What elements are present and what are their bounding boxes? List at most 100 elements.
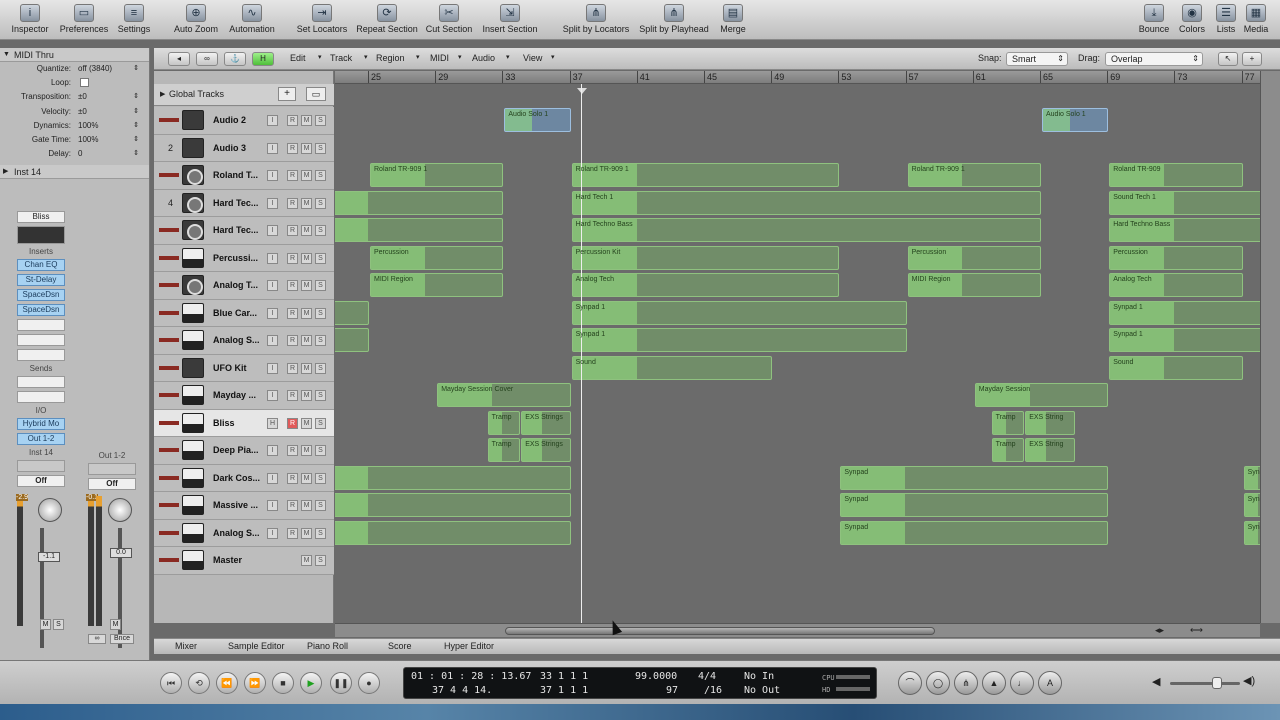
tab-piano-roll[interactable]: Piano Roll bbox=[307, 641, 348, 651]
menu-track[interactable]: Track bbox=[330, 53, 352, 63]
track-header[interactable]: Dark Cos... I R M S bbox=[154, 464, 334, 492]
drag-select[interactable]: Overlap bbox=[1105, 52, 1203, 66]
track-header[interactable]: Percussi... I R M S bbox=[154, 244, 334, 272]
midi-region[interactable]: Synpad bbox=[840, 493, 1109, 517]
record-enable-button[interactable]: R bbox=[287, 115, 298, 126]
split-by-locators-button[interactable]: ⋔ Split by Locators bbox=[560, 4, 632, 38]
go-to-start-icon[interactable]: ⏮ bbox=[160, 672, 182, 694]
param-value[interactable]: ±0 bbox=[78, 107, 87, 116]
midi-region[interactable]: Mayday Session Cover bbox=[437, 383, 571, 407]
track-header[interactable]: Deep Pia... I R M S bbox=[154, 437, 334, 465]
automation-mode[interactable] bbox=[17, 460, 65, 472]
scroll-thumb[interactable] bbox=[505, 627, 935, 635]
mute-button[interactable]: M bbox=[301, 500, 312, 511]
solo-button[interactable]: S bbox=[315, 500, 326, 511]
track-name[interactable]: Deep Pia... bbox=[213, 445, 261, 455]
mute-button[interactable]: M bbox=[301, 417, 312, 429]
pan-knob-right[interactable] bbox=[108, 498, 132, 522]
track-header[interactable]: Analog S... I R M S bbox=[154, 327, 334, 355]
set-locators-button[interactable]: ⇥ Set Locators bbox=[296, 4, 348, 38]
solo-button[interactable]: S bbox=[315, 445, 326, 456]
settings-button[interactable]: ≡ Settings bbox=[115, 4, 153, 38]
midi-region[interactable]: Tramp bbox=[991, 410, 1025, 435]
mute-button[interactable]: M bbox=[301, 280, 312, 291]
record-enable-button[interactable]: R bbox=[287, 197, 298, 209]
merge-button[interactable]: ▤ Merge bbox=[718, 4, 748, 38]
midi-region[interactable] bbox=[335, 300, 369, 325]
midi-region[interactable]: Tramp bbox=[487, 438, 521, 462]
lists-button[interactable]: ☰ Lists bbox=[1210, 4, 1242, 38]
insert-slot-3[interactable]: SpaceDsn bbox=[17, 289, 65, 301]
midi-region[interactable]: Sound bbox=[571, 355, 773, 380]
master-volume-slider[interactable] bbox=[1170, 682, 1240, 685]
link-button[interactable]: ∞ bbox=[88, 634, 106, 644]
replace-icon[interactable]: ⌒ bbox=[898, 671, 922, 695]
stop-icon[interactable]: ■ bbox=[272, 672, 294, 694]
master-volume-knob[interactable] bbox=[1212, 677, 1222, 689]
midi-region[interactable]: Syn bbox=[1243, 493, 1260, 517]
param-value[interactable]: 100% bbox=[78, 121, 98, 130]
synth-icon[interactable] bbox=[182, 192, 204, 213]
midi-region[interactable]: Roland TR-909 1 bbox=[370, 163, 504, 187]
midi-region[interactable]: MIDI Region bbox=[370, 273, 504, 297]
disclosure-icon[interactable]: ▶ bbox=[160, 90, 165, 98]
midi-region[interactable]: Sound Tech 1 bbox=[1109, 190, 1260, 215]
mute-button[interactable]: M bbox=[301, 197, 312, 209]
stepper-icon[interactable]: ⇕ bbox=[133, 121, 139, 129]
auto-zoom-button[interactable]: ⊕ Auto Zoom bbox=[172, 4, 220, 38]
track-header[interactable]: Massive ... I R M S bbox=[154, 492, 334, 520]
track-name[interactable]: Blue Car... bbox=[213, 308, 261, 318]
record-enable-button[interactable]: R bbox=[287, 527, 298, 539]
synth-icon[interactable] bbox=[182, 275, 204, 295]
midi-region[interactable]: EXS Strings bbox=[521, 438, 571, 462]
audio-region[interactable]: Audio Solo 1 bbox=[1042, 108, 1109, 132]
tab-mixer[interactable]: Mixer bbox=[175, 641, 197, 651]
midi-region[interactable]: Synpad 1 bbox=[571, 328, 907, 352]
send-slot[interactable] bbox=[17, 376, 65, 388]
midi-region[interactable]: Hard Techno Bass bbox=[571, 218, 1041, 242]
metronome-icon[interactable]: ▲ bbox=[982, 671, 1006, 695]
track-header[interactable]: Roland T... I R M S bbox=[154, 162, 334, 190]
solo-button[interactable]: S bbox=[315, 142, 326, 154]
midi-region[interactable]: Roland TR-909 bbox=[1109, 163, 1243, 187]
track-header[interactable]: Audio 2 IRMS bbox=[154, 107, 334, 135]
pause-icon[interactable]: ❚❚ bbox=[330, 672, 352, 694]
solo-mode-icon[interactable]: ◯ bbox=[926, 671, 950, 695]
record-enable-button[interactable]: R bbox=[287, 142, 298, 154]
mute-button[interactable]: M bbox=[301, 362, 312, 374]
solo-button[interactable]: S bbox=[315, 335, 326, 346]
count-in-icon[interactable]: ♩ bbox=[1010, 671, 1034, 695]
record-enable-button[interactable]: R bbox=[287, 280, 298, 291]
midi-region[interactable]: Analog Tech bbox=[1109, 273, 1243, 297]
insert-slot-empty[interactable] bbox=[17, 349, 65, 361]
param-row[interactable]: Loop: bbox=[0, 76, 149, 90]
input-monitor-button[interactable]: I bbox=[267, 307, 278, 319]
mute-button[interactable]: M bbox=[301, 445, 312, 456]
midi-region[interactable]: Syn bbox=[1243, 465, 1260, 490]
param-value[interactable]: 0 bbox=[78, 149, 82, 158]
drumkit-icon[interactable] bbox=[182, 357, 204, 378]
track-header[interactable]: Analog T... I R M S bbox=[154, 272, 334, 300]
menu-region[interactable]: Region bbox=[376, 53, 405, 63]
track-name[interactable]: Audio 2 bbox=[213, 115, 261, 125]
solo-button[interactable]: S bbox=[315, 472, 326, 484]
midi-region[interactable] bbox=[335, 218, 504, 242]
synth-icon[interactable] bbox=[182, 220, 204, 240]
record-enable-button[interactable]: R bbox=[287, 170, 298, 181]
param-value[interactable]: ±0 bbox=[78, 92, 87, 101]
global-tracks-bar[interactable]: ▶ Global Tracks + ▭ bbox=[154, 84, 334, 106]
record-enable-button[interactable]: R bbox=[287, 417, 298, 429]
synth-icon[interactable] bbox=[182, 165, 204, 185]
midi-region[interactable]: Percussion bbox=[370, 245, 504, 270]
midi-region[interactable] bbox=[335, 520, 571, 545]
master-icon[interactable] bbox=[182, 550, 204, 570]
automation-mode-value[interactable]: Off bbox=[88, 478, 136, 490]
pencil-tool-icon[interactable]: + bbox=[1242, 52, 1262, 66]
input-monitor-button[interactable]: I bbox=[267, 142, 278, 154]
drum-icon[interactable] bbox=[182, 247, 204, 268]
volume-fader-right[interactable]: 0.0 bbox=[110, 548, 132, 558]
track-header[interactable]: Hard Tec... I R M S bbox=[154, 217, 334, 245]
track-header[interactable]: Bliss H R M S bbox=[154, 409, 334, 437]
tab-sample-editor[interactable]: Sample Editor bbox=[228, 641, 285, 651]
pan-knob-left[interactable] bbox=[38, 498, 62, 522]
